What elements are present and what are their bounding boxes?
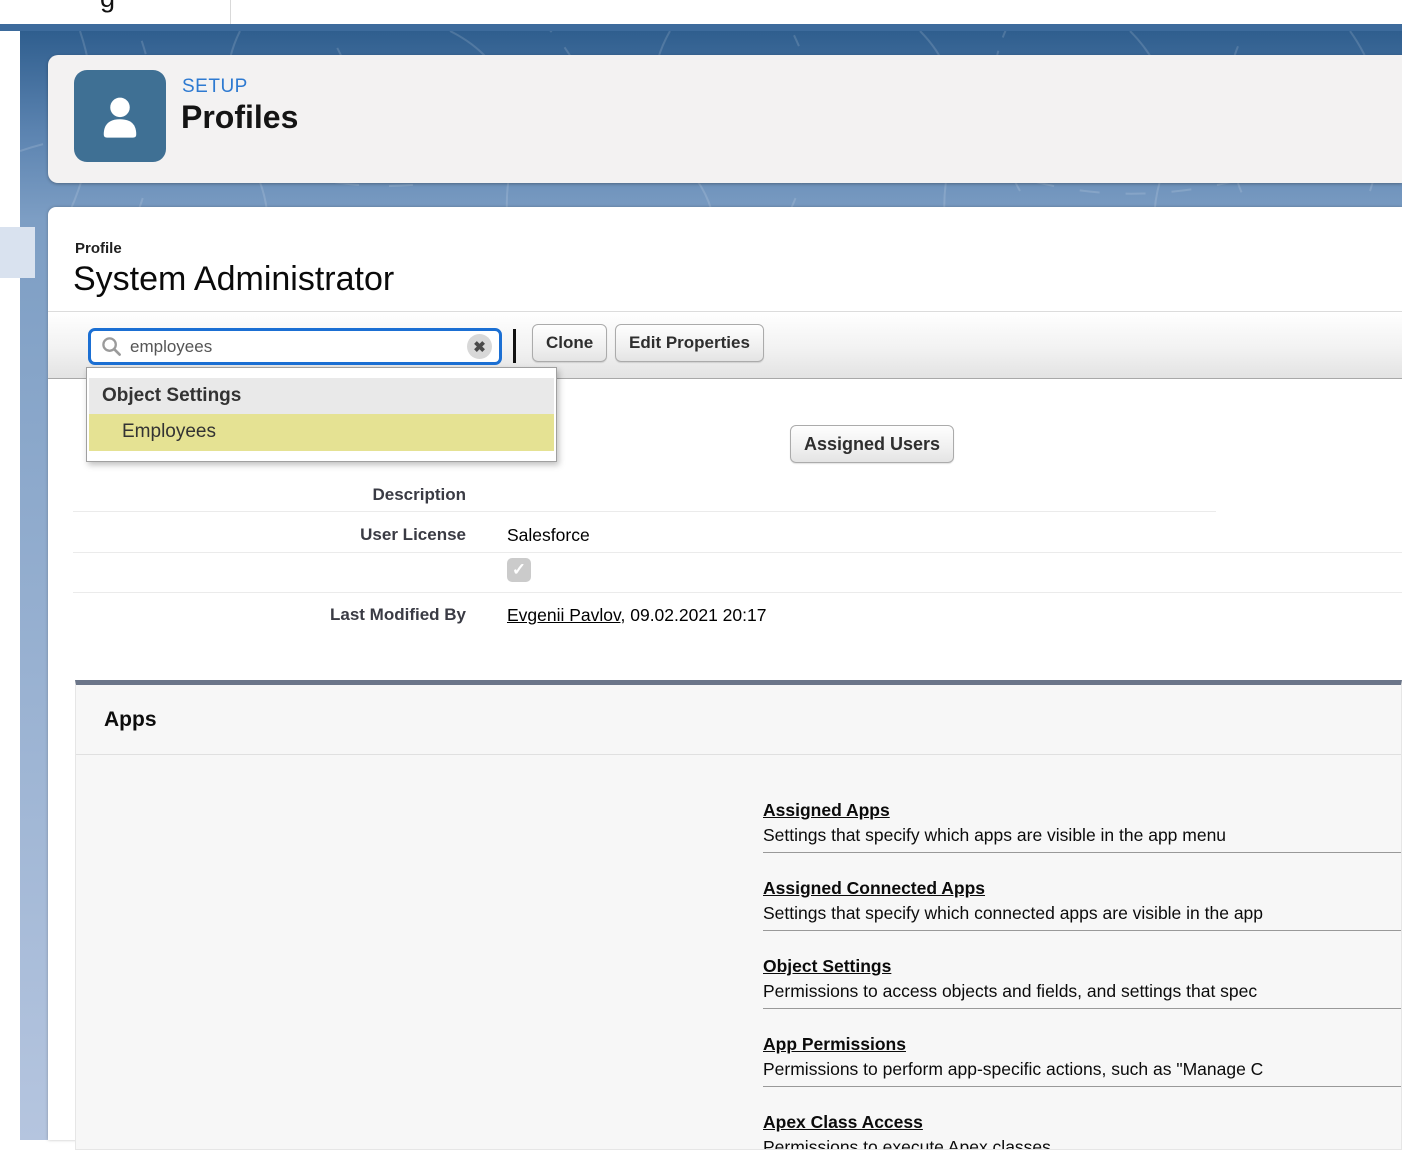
list-item: Apex Class Access Permissions to execute… xyxy=(763,1087,1401,1150)
custom-profile-checkbox xyxy=(507,558,531,582)
assigned-apps-description: Settings that specify which apps are vis… xyxy=(763,823,1401,848)
search-input[interactable] xyxy=(122,337,467,357)
tab-title-fragment: g xyxy=(100,0,115,14)
row-divider xyxy=(73,592,1402,593)
apps-section-title: Apps xyxy=(104,708,157,732)
row-divider xyxy=(73,552,1402,553)
find-settings-search[interactable]: ✖ xyxy=(88,328,502,365)
user-icon xyxy=(94,90,146,142)
app-permissions-description: Permissions to perform app-specific acti… xyxy=(763,1057,1401,1082)
apps-links-list: Assigned Apps Settings that specify whic… xyxy=(763,775,1401,1150)
clear-search-icon[interactable]: ✖ xyxy=(467,334,492,359)
setup-header-card: SETUP Profiles xyxy=(48,55,1402,183)
last-modified-value: Evgenii Pavlov, 09.02.2021 20:17 xyxy=(507,605,766,626)
search-suggestions-dropdown: Object Settings Employees xyxy=(86,367,557,462)
assigned-connected-apps-link[interactable]: Assigned Connected Apps xyxy=(763,875,1401,901)
tab-divider xyxy=(230,0,231,24)
user-license-value: Salesforce xyxy=(507,525,590,546)
apex-class-access-link[interactable]: Apex Class Access xyxy=(763,1109,1401,1135)
profile-type-label: Profile xyxy=(75,240,122,257)
search-icon xyxy=(101,336,122,357)
profiles-avatar xyxy=(74,70,166,162)
toolbar-divider xyxy=(513,329,516,363)
sidebar-highlight xyxy=(0,227,35,278)
apex-class-access-description: Permissions to execute Apex classes xyxy=(763,1135,1401,1150)
row-divider xyxy=(73,511,1216,512)
description-label: Description xyxy=(75,485,466,505)
assigned-connected-apps-description: Settings that specify which connected ap… xyxy=(763,901,1401,926)
browser-strip: g xyxy=(0,0,1402,24)
list-item: Object Settings Permissions to access ob… xyxy=(763,931,1401,1009)
apps-section: Apps Assigned Apps Settings that specify… xyxy=(75,680,1402,1150)
profile-name-heading: System Administrator xyxy=(73,259,394,299)
object-settings-description: Permissions to access objects and fields… xyxy=(763,979,1401,1004)
list-item: Assigned Apps Settings that specify whic… xyxy=(763,775,1401,853)
suggestion-group-header: Object Settings xyxy=(89,378,554,414)
app-top-bar xyxy=(0,24,1402,31)
list-item: App Permissions Permissions to perform a… xyxy=(763,1009,1401,1087)
assigned-users-button[interactable]: Assigned Users xyxy=(790,425,954,463)
assigned-apps-link[interactable]: Assigned Apps xyxy=(763,797,1401,823)
last-modified-user-link[interactable]: Evgenii Pavlov xyxy=(507,605,621,625)
clone-button[interactable]: Clone xyxy=(532,324,607,362)
last-modified-datetime: , 09.02.2021 20:17 xyxy=(621,605,767,625)
user-license-label: User License xyxy=(75,525,466,545)
last-modified-label: Last Modified By xyxy=(75,605,466,625)
apps-section-header: Apps xyxy=(76,685,1401,755)
suggestion-item-employees[interactable]: Employees xyxy=(89,414,554,451)
list-item: Assigned Connected Apps Settings that sp… xyxy=(763,853,1401,931)
content-card: Profile System Administrator ✖ Clone Edi… xyxy=(48,207,1402,1140)
edit-properties-button[interactable]: Edit Properties xyxy=(615,324,764,362)
app-permissions-link[interactable]: App Permissions xyxy=(763,1031,1401,1057)
page-title: Profiles xyxy=(181,99,298,136)
object-settings-link[interactable]: Object Settings xyxy=(763,953,1401,979)
setup-eyebrow: SETUP xyxy=(182,76,248,98)
